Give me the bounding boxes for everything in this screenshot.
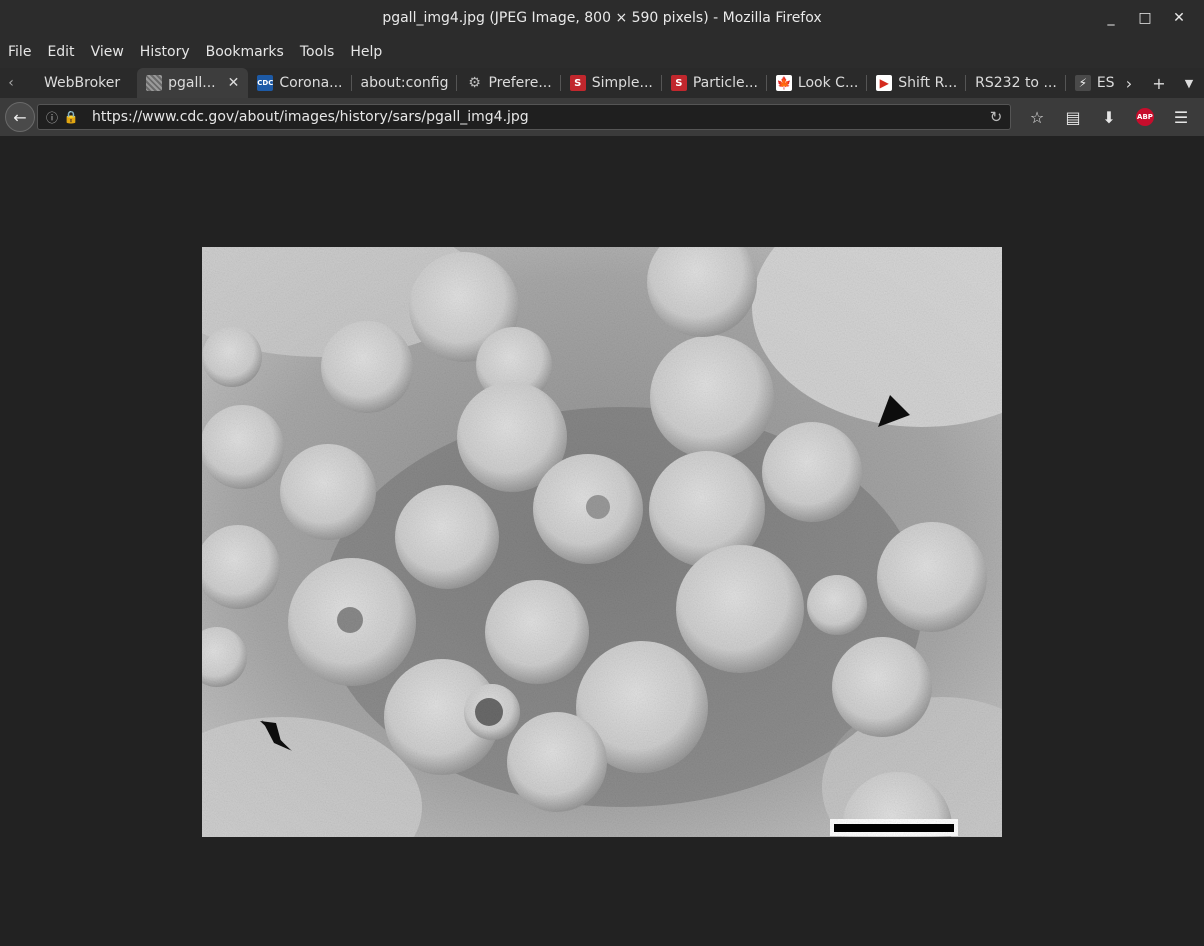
image-thumbnail-icon [146,75,163,91]
gear-icon: ⚙ [468,75,481,91]
lock-icon[interactable]: 🔒 [62,110,80,124]
downloads-button[interactable]: ⬇ [1091,102,1127,132]
tab-label: Look C... [797,75,859,91]
lightning-icon: ⚡ [1074,75,1091,91]
maple-leaf-icon: 🍁 [775,75,792,91]
chevron-down-icon: ▼ [1184,76,1194,90]
tab-about-config[interactable]: about:config [352,68,458,98]
minimize-button[interactable]: _ [1094,0,1128,36]
menu-file[interactable]: File [0,36,39,68]
title-bar: pgall_img4.jpg (JPEG Image, 800 × 590 pi… [0,0,1204,36]
tab-label: Shift R... [898,75,958,91]
menu-button[interactable]: ☰ [1163,102,1199,132]
tab-scroll-right-button[interactable]: › [1114,74,1144,93]
plus-icon: + [1152,73,1166,93]
tab-label: Corona... [279,75,343,91]
reload-icon[interactable]: ↻ [982,108,1010,126]
tab-look[interactable]: 🍁 Look C... [767,68,868,98]
menu-bookmarks[interactable]: Bookmarks [198,36,292,68]
hamburger-menu-icon: ☰ [1173,107,1189,127]
chevron-left-icon: ‹ [8,75,14,91]
window-controls: _ □ ✕ [1094,0,1196,36]
arrow-left-icon: ← [13,107,27,127]
page-content [0,136,1204,946]
tab-shift[interactable]: ▶ Shift R... [867,68,967,98]
tab-esp32[interactable]: ⚡ ESP32 ... [1066,68,1114,98]
close-button[interactable]: ✕ [1162,0,1196,36]
adblock-plus-button[interactable]: ABP [1127,102,1163,132]
tab-particle[interactable]: S Particle... [662,68,767,98]
tab-label: RS232 to ... [975,75,1057,91]
micrograph-picture [202,247,1002,837]
tab-bar-actions: › + ▼ [1114,68,1204,98]
navigation-bar: ← ⓘ 🔒 https://www.cdc.gov/about/images/h… [0,98,1204,136]
tab-label: ESP32 ... [1096,75,1114,91]
chevron-right-icon: › [1125,73,1133,93]
tab-simple[interactable]: S Simple... [561,68,662,98]
toolbar-icons: ☆ ▤ ⬇ ABP ☰ [1019,102,1199,132]
tab-rs232[interactable]: RS232 to ... [966,68,1066,98]
tab-label: Particle... [692,75,758,91]
download-arrow-icon: ⬇ [1102,107,1116,127]
tab-label: pgall... [168,75,216,91]
reader-list-icon: ▤ [1065,107,1081,127]
menu-help[interactable]: Help [342,36,390,68]
tab-label: Simple... [591,75,653,91]
reader-view-button[interactable]: ▤ [1055,102,1091,132]
star-icon: ☆ [1029,107,1045,127]
s-logo-icon: S [569,75,586,91]
menu-edit[interactable]: Edit [39,36,82,68]
tab-pgall[interactable]: pgall... ✕ [137,68,249,98]
tab-webbroker[interactable]: WebBroker [22,68,137,98]
tab-corona[interactable]: CDC Corona... [248,68,352,98]
info-icon[interactable]: ⓘ [42,109,62,126]
tab-close-icon[interactable]: ✕ [228,75,240,91]
url-bar[interactable]: ⓘ 🔒 https://www.cdc.gov/about/images/his… [37,104,1011,130]
back-button[interactable]: ← [5,102,35,132]
list-all-tabs-button[interactable]: ▼ [1174,77,1204,90]
new-tab-button[interactable]: + [1144,74,1174,93]
tab-strip: WebBroker pgall... ✕ CDC Corona... about… [22,68,1114,98]
tab-label: Prefere... [488,75,552,91]
browser-window: pgall_img4.jpg (JPEG Image, 800 × 590 pi… [0,0,1204,946]
tab-label: about:config [360,75,449,91]
bookmark-star-button[interactable]: ☆ [1019,102,1055,132]
menu-tools[interactable]: Tools [292,36,343,68]
tab-preferences[interactable]: ⚙ Prefere... [457,68,561,98]
window-title: pgall_img4.jpg (JPEG Image, 800 × 590 pi… [382,10,822,26]
tab-scroll-left-button[interactable]: ‹ [0,68,22,98]
menu-history[interactable]: History [132,36,198,68]
abp-icon: ABP [1136,108,1154,126]
electron-micrograph-image [202,247,1002,837]
s-logo-icon: S [670,75,687,91]
red-flag-icon: ▶ [876,75,893,91]
tab-label: WebBroker [44,75,121,91]
url-input[interactable]: https://www.cdc.gov/about/images/history… [92,109,982,125]
cdc-logo-icon: CDC [257,75,273,91]
maximize-button[interactable]: □ [1128,0,1162,36]
menu-view[interactable]: View [83,36,132,68]
tab-bar: ‹ WebBroker pgall... ✕ CDC Corona... abo… [0,68,1204,98]
menu-bar: File Edit View History Bookmarks Tools H… [0,36,1204,68]
